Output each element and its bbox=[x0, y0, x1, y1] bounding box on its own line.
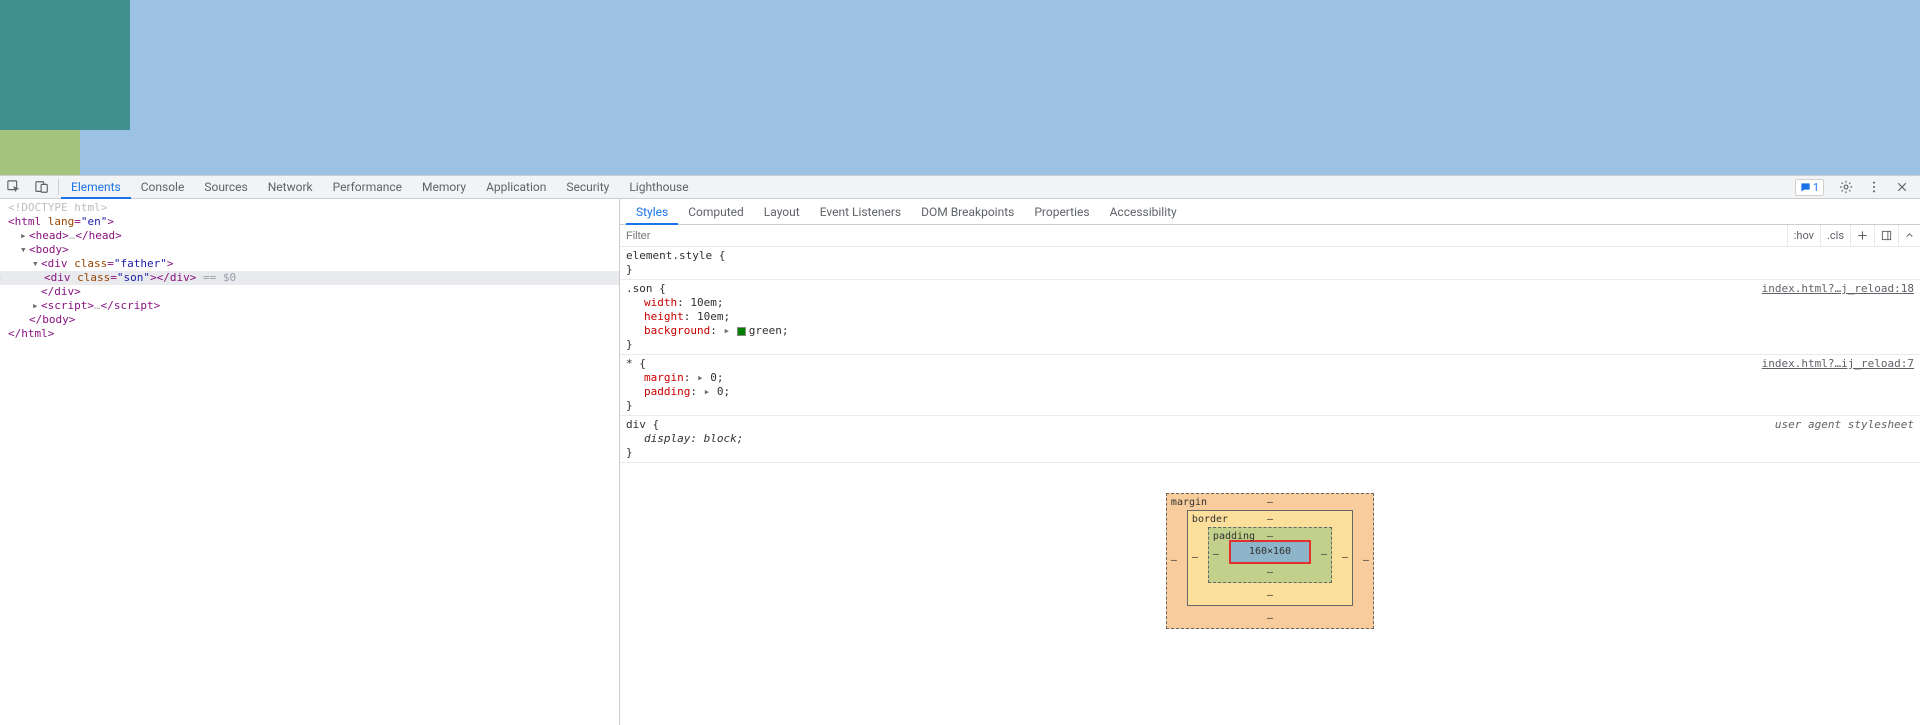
computed-sidebar-icon[interactable] bbox=[1874, 225, 1898, 247]
father-element bbox=[0, 0, 130, 130]
styles-filter-row: :hov .cls bbox=[620, 225, 1920, 247]
new-style-rule-icon[interactable] bbox=[1850, 225, 1874, 247]
issues-badge[interactable]: 1 bbox=[1795, 179, 1824, 196]
tab-security[interactable]: Security bbox=[556, 175, 619, 199]
devtools-tabbar: Elements Console Sources Network Perform… bbox=[0, 175, 1920, 199]
box-model-border[interactable]: border – – – – padding – – – – 16 bbox=[1187, 510, 1353, 606]
stab-computed[interactable]: Computed bbox=[678, 199, 754, 225]
tab-elements[interactable]: Elements bbox=[61, 175, 131, 199]
stab-layout[interactable]: Layout bbox=[754, 199, 810, 225]
more-icon[interactable] bbox=[1860, 175, 1888, 199]
device-toggle-icon[interactable] bbox=[28, 175, 56, 199]
son-element-overlay bbox=[0, 130, 80, 175]
rule-origin-link[interactable]: index.html?…j_reload:18 bbox=[1762, 282, 1914, 296]
rule-element-style[interactable]: element.style { } bbox=[620, 247, 1920, 280]
scroll-top-icon[interactable] bbox=[1898, 225, 1920, 247]
styles-rules[interactable]: element.style { } index.html?…j_reload:1… bbox=[620, 247, 1920, 725]
tab-sources[interactable]: Sources bbox=[194, 175, 257, 199]
stab-dom-breakpoints[interactable]: DOM Breakpoints bbox=[911, 199, 1024, 225]
separator bbox=[58, 179, 59, 195]
box-model: margin – – – – border – – – – padding bbox=[620, 463, 1920, 659]
tab-network[interactable]: Network bbox=[258, 175, 323, 199]
hov-toggle[interactable]: :hov bbox=[1787, 225, 1820, 247]
box-model-padding[interactable]: padding – – – – 160×160 bbox=[1208, 527, 1332, 583]
rendered-page bbox=[0, 0, 1920, 175]
stab-properties[interactable]: Properties bbox=[1024, 199, 1099, 225]
rule-origin-ua: user agent stylesheet bbox=[1775, 418, 1914, 432]
elements-tree[interactable]: <!DOCTYPE html> <html lang="en"> ▸<head>… bbox=[0, 199, 620, 725]
rule-son[interactable]: index.html?…j_reload:18 .son { width: 10… bbox=[620, 280, 1920, 355]
cls-toggle[interactable]: .cls bbox=[1820, 225, 1850, 247]
rule-star[interactable]: index.html?…ij_reload:7 * { margin: ▸ 0;… bbox=[620, 355, 1920, 416]
box-model-margin[interactable]: margin – – – – border – – – – padding bbox=[1166, 493, 1374, 629]
tab-memory[interactable]: Memory bbox=[412, 175, 476, 199]
rule-origin-link[interactable]: index.html?…ij_reload:7 bbox=[1762, 357, 1914, 371]
stab-accessibility[interactable]: Accessibility bbox=[1100, 199, 1187, 225]
selected-node[interactable]: <div class="son"></div> == $0 bbox=[0, 271, 619, 285]
styles-panel: Styles Computed Layout Event Listeners D… bbox=[620, 199, 1920, 725]
inspect-icon[interactable] bbox=[0, 175, 28, 199]
doctype: <!DOCTYPE html> bbox=[8, 201, 107, 214]
tab-console[interactable]: Console bbox=[131, 175, 195, 199]
tab-performance[interactable]: Performance bbox=[323, 175, 412, 199]
styles-tabbar: Styles Computed Layout Event Listeners D… bbox=[620, 199, 1920, 225]
stab-event-listeners[interactable]: Event Listeners bbox=[810, 199, 911, 225]
stab-styles[interactable]: Styles bbox=[626, 199, 678, 225]
close-icon[interactable] bbox=[1888, 175, 1916, 199]
styles-filter-input[interactable] bbox=[620, 230, 1787, 242]
color-swatch[interactable] bbox=[737, 327, 746, 336]
tab-application[interactable]: Application bbox=[476, 175, 556, 199]
tab-lighthouse[interactable]: Lighthouse bbox=[619, 175, 698, 199]
issues-count: 1 bbox=[1813, 181, 1819, 194]
gear-icon[interactable] bbox=[1832, 175, 1860, 199]
rule-div-ua[interactable]: user agent stylesheet div { display: blo… bbox=[620, 416, 1920, 463]
